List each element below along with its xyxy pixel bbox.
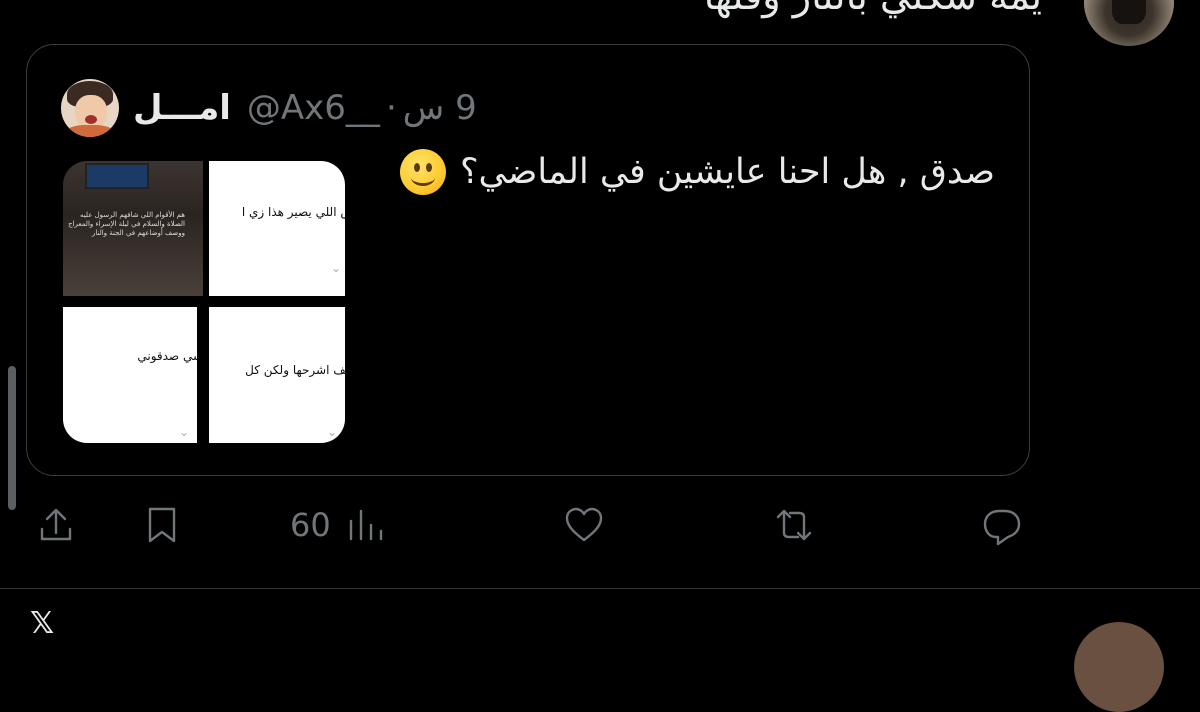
- quoted-author-name[interactable]: امـــل: [133, 88, 231, 128]
- bookmark-button[interactable]: [140, 500, 184, 550]
- tweet-action-bar: 60: [0, 496, 1200, 556]
- retweet-icon: [776, 509, 812, 541]
- next-tweet-partial: 𝕏: [0, 600, 1200, 712]
- smiling-face-icon: [399, 149, 446, 195]
- tweet-divider: [0, 588, 1200, 589]
- tv-screen-shape: [85, 163, 149, 189]
- avatar-mouth: [85, 115, 97, 124]
- previous-tweet-text: يمه شكلي بالنار وقتها: [704, 0, 1042, 18]
- avatar-shirt: [65, 125, 115, 137]
- media-tile-2-caption: س اللي يصير هذا زي ا: [241, 205, 345, 219]
- reply-button[interactable]: [980, 500, 1024, 550]
- views-count: 60: [290, 506, 331, 544]
- quoted-tweet-body: صدق , هل احنا عايشين في الماضي؟: [399, 149, 995, 195]
- heart-icon: [565, 507, 603, 542]
- quoted-author-avatar[interactable]: [61, 79, 119, 137]
- quoted-author-handle[interactable]: @Ax6__: [247, 88, 380, 128]
- avatar[interactable]: [1074, 622, 1164, 712]
- analytics-icon: [349, 509, 382, 541]
- x-logo-icon: 𝕏: [30, 606, 55, 641]
- share-button[interactable]: [34, 500, 78, 550]
- scrollbar-thumb[interactable]: [8, 366, 16, 510]
- header-separator: ·: [385, 88, 397, 128]
- media-tile-3[interactable]: سي صدقوني ⌄: [63, 307, 197, 443]
- quoted-tweet-card[interactable]: امـــل @Ax6__ · 9 س صدق , هل احنا عايشين…: [26, 44, 1030, 476]
- share-icon: [40, 508, 72, 541]
- avatar[interactable]: [1084, 0, 1174, 46]
- reply-icon: [983, 509, 1021, 546]
- avatar-figure: [1112, 0, 1146, 24]
- media-tile-1-text: هم الأقوام اللي شافهم الرسول عليه الصلاة…: [68, 211, 185, 237]
- media-tile-4-caption: كيف اشرحها ولكن كل: [245, 363, 345, 377]
- media-tile-2[interactable]: س اللي يصير هذا زي ا ⌄: [209, 161, 345, 296]
- media-tile-1[interactable]: هم الأقوام اللي شافهم الرسول عليه الصلاة…: [63, 161, 203, 296]
- chevron-down-icon: ⌄: [326, 425, 337, 439]
- media-tile-3-caption: سي صدقوني: [137, 349, 197, 363]
- views-button[interactable]: 60: [290, 500, 387, 550]
- quoted-tweet-header: امـــل @Ax6__ · 9 س: [133, 83, 477, 133]
- quoted-tweet-media-grid[interactable]: هم الأقوام اللي شافهم الرسول عليه الصلاة…: [63, 161, 345, 443]
- media-tile-4[interactable]: كيف اشرحها ولكن كل ⌄: [209, 307, 345, 443]
- quoted-tweet-time[interactable]: 9 س: [403, 88, 477, 128]
- quoted-tweet-text: صدق , هل احنا عايشين في الماضي؟: [459, 152, 995, 192]
- bookmark-icon: [148, 507, 176, 543]
- retweet-button[interactable]: [772, 500, 816, 550]
- chevron-down-icon: ⌄: [178, 425, 189, 439]
- like-button[interactable]: [562, 500, 606, 550]
- chevron-down-icon: ⌄: [330, 261, 341, 275]
